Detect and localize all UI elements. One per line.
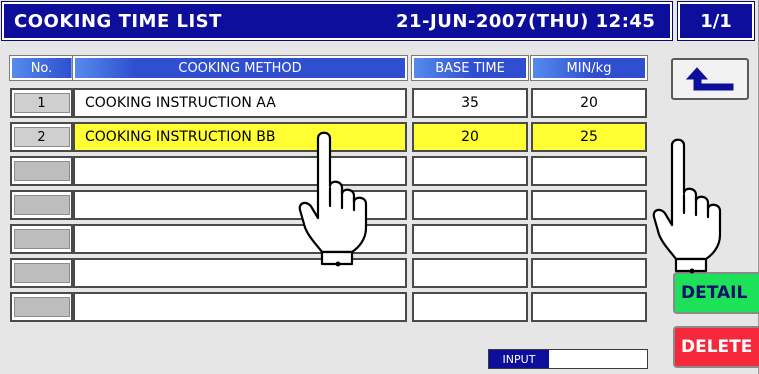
back-button[interactable] bbox=[671, 58, 749, 100]
pointing-hand-icon bbox=[298, 131, 368, 267]
page-indicator: 1/1 bbox=[678, 2, 754, 40]
min-per-kg-cell[interactable]: 20 bbox=[531, 88, 647, 118]
min-per-kg-cell[interactable] bbox=[531, 224, 647, 254]
row-number-cell: 2 bbox=[10, 122, 73, 152]
header-no-label: No. bbox=[30, 60, 53, 76]
min-per-kg-cell[interactable] bbox=[531, 190, 647, 220]
header-cooking-method: COOKING METHOD bbox=[73, 56, 407, 80]
back-arrow-icon bbox=[685, 67, 734, 91]
input-field[interactable]: INPUT bbox=[488, 349, 648, 369]
date-time-display: 21-JUN-2007(THU) 12:45 bbox=[396, 11, 656, 32]
pointing-hand-icon bbox=[652, 138, 722, 274]
min-per-kg-cell[interactable]: 25 bbox=[531, 122, 647, 152]
row-number-cell bbox=[10, 258, 73, 288]
header-min-per-kg: MIN/kg bbox=[531, 56, 647, 80]
header-shade bbox=[75, 58, 135, 78]
table-row[interactable]: 1 COOKING INSTRUCTION AA 35 20 bbox=[10, 88, 650, 118]
base-time-cell[interactable] bbox=[412, 190, 528, 220]
base-time-cell[interactable] bbox=[412, 258, 528, 288]
min-per-kg-cell[interactable] bbox=[531, 258, 647, 288]
row-number: 2 bbox=[37, 129, 46, 145]
cooking-method-cell[interactable]: COOKING INSTRUCTION AA bbox=[73, 88, 407, 118]
min-per-kg-cell[interactable] bbox=[531, 156, 647, 186]
input-label: INPUT bbox=[489, 350, 549, 368]
row-number: 1 bbox=[37, 95, 46, 111]
row-number-cell bbox=[10, 190, 73, 220]
base-time-cell[interactable]: 35 bbox=[412, 88, 528, 118]
row-number-cell bbox=[10, 156, 73, 186]
screen-title: COOKING TIME LIST bbox=[14, 11, 222, 32]
header-no: No. bbox=[10, 56, 73, 80]
delete-button[interactable]: DELETE bbox=[673, 326, 759, 368]
cooking-method-cell[interactable] bbox=[73, 292, 407, 322]
table-row[interactable] bbox=[10, 292, 650, 322]
base-time-cell[interactable] bbox=[412, 156, 528, 186]
title-bar: COOKING TIME LIST 21-JUN-2007(THU) 12:45 bbox=[2, 2, 672, 40]
base-time-cell[interactable] bbox=[412, 224, 528, 254]
header-method-label: COOKING METHOD bbox=[178, 60, 302, 76]
base-time-cell[interactable] bbox=[412, 292, 528, 322]
row-number-cell: 1 bbox=[10, 88, 73, 118]
row-number-cell bbox=[10, 292, 73, 322]
cooking-time-list-screen: COOKING TIME LIST 21-JUN-2007(THU) 12:45… bbox=[0, 0, 759, 374]
base-time-cell[interactable]: 20 bbox=[412, 122, 528, 152]
row-number-cell bbox=[10, 224, 73, 254]
header-base-time-label: BASE TIME bbox=[435, 60, 505, 76]
min-per-kg-cell[interactable] bbox=[531, 292, 647, 322]
detail-button[interactable]: DETAIL bbox=[673, 272, 759, 314]
header-min-per-kg-label: MIN/kg bbox=[566, 60, 612, 76]
header-base-time: BASE TIME bbox=[412, 56, 528, 80]
